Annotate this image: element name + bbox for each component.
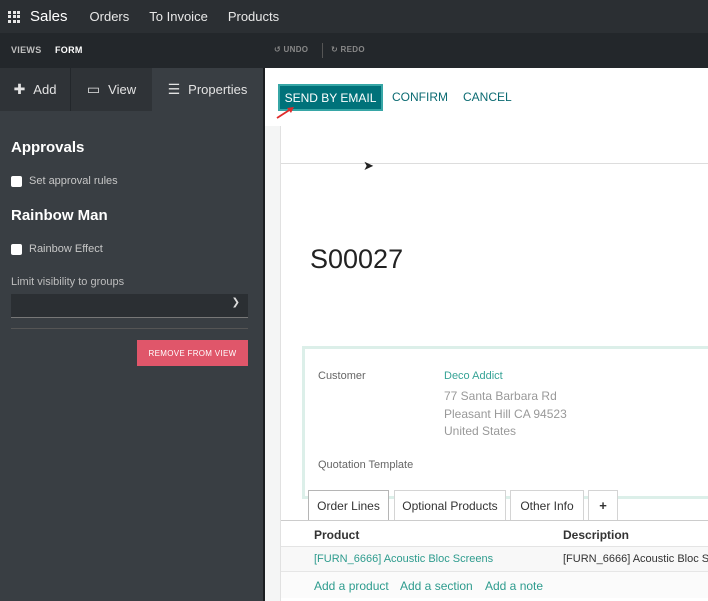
add-product-link[interactable]: Add a product — [314, 579, 389, 593]
address-line: 77 Santa Barbara Rd — [444, 389, 557, 403]
tab-form[interactable]: FORM — [55, 45, 83, 55]
redo-button[interactable]: ↻ REDO — [331, 45, 365, 54]
sidebar-tab-label: Properties — [188, 82, 248, 97]
add-tab-button[interactable]: + — [588, 490, 618, 520]
table-row[interactable]: [FURN_6666] Acoustic Bloc Screens [FURN_… — [281, 547, 708, 572]
mouse-cursor-icon: ➤ — [363, 158, 374, 173]
confirm-button[interactable]: CONFIRM — [392, 90, 448, 104]
redo-icon: ↻ — [331, 45, 339, 54]
divider — [281, 163, 708, 164]
quotation-template-label: Quotation Template — [318, 459, 414, 471]
rainbow-effect-option[interactable]: Rainbow Effect — [11, 243, 103, 255]
row-product[interactable]: [FURN_6666] Acoustic Bloc Screens — [314, 553, 493, 565]
address-line: Pleasant Hill CA 94523 — [444, 407, 567, 421]
menu-to-invoice[interactable]: To Invoice — [149, 9, 208, 24]
studio-sidebar: ✚ Add ▭ View ☰ Properties Approvals Set … — [0, 68, 263, 601]
cancel-button[interactable]: CANCEL — [463, 90, 512, 104]
top-navbar: Sales Orders To Invoice Products — [0, 0, 708, 33]
undo-label: UNDO — [283, 45, 309, 54]
customer-link[interactable]: Deco Addict — [444, 370, 503, 382]
tab-other-info[interactable]: Other Info — [510, 490, 584, 520]
menu-orders[interactable]: Orders — [90, 9, 130, 24]
form-view: SEND BY EMAIL CONFIRM CANCEL ➤ S00027 Cu… — [263, 68, 708, 601]
sidebar-tabs: ✚ Add ▭ View ☰ Properties — [0, 68, 263, 111]
rainbow-man-title: Rainbow Man — [11, 207, 108, 224]
approval-rules-label: Set approval rules — [29, 175, 118, 187]
chevron-down-icon: ❯ — [231, 297, 240, 308]
form-actions-bar: SEND BY EMAIL CONFIRM CANCEL — [265, 68, 708, 126]
add-line-row: Add a product Add a section Add a note — [281, 572, 708, 598]
approval-rules-option[interactable]: Set approval rules — [11, 175, 118, 187]
tab-optional-products[interactable]: Optional Products — [394, 490, 506, 520]
tab-order-lines[interactable]: Order Lines — [308, 490, 389, 520]
groups-select[interactable]: ❯ — [11, 294, 248, 318]
add-section-link[interactable]: Add a section — [400, 579, 473, 593]
apps-grid-icon[interactable] — [8, 10, 20, 23]
column-header-description[interactable]: Description — [563, 528, 629, 542]
redo-label: REDO — [340, 45, 365, 54]
list-icon: ☰ — [167, 81, 181, 97]
remove-from-view-button[interactable]: REMOVE FROM VIEW — [137, 340, 248, 366]
undo-button[interactable]: ↺ UNDO — [274, 45, 308, 54]
order-lines-header: Product Description — [281, 520, 708, 547]
studio-subbar: VIEWS FORM ↺ UNDO ↻ REDO — [0, 33, 708, 68]
sidebar-tab-properties[interactable]: ☰ Properties — [152, 68, 263, 111]
plus-icon: ✚ — [13, 81, 26, 97]
monitor-icon: ▭ — [86, 81, 101, 97]
groups-label: Limit visibility to groups — [11, 276, 125, 288]
sidebar-tab-label: Add — [33, 82, 57, 97]
customer-group[interactable]: Customer Deco Addict 77 Santa Barbara Rd… — [302, 346, 708, 499]
rainbow-effect-label: Rainbow Effect — [29, 243, 103, 255]
column-header-product[interactable]: Product — [314, 528, 359, 542]
menu-products[interactable]: Products — [228, 9, 279, 24]
undo-icon: ↺ — [274, 45, 282, 54]
divider — [11, 328, 248, 329]
row-description: [FURN_6666] Acoustic Bloc S — [563, 553, 708, 565]
divider — [322, 43, 323, 58]
form-sheet: ➤ S00027 Customer Deco Addict 77 Santa B… — [280, 126, 708, 601]
annotation-arrow-icon — [276, 107, 294, 119]
tab-views[interactable]: VIEWS — [11, 45, 42, 55]
approvals-title: Approvals — [11, 139, 85, 156]
sidebar-tab-label: View — [108, 82, 137, 97]
customer-label: Customer — [318, 370, 366, 382]
order-name[interactable]: S00027 — [310, 244, 403, 275]
approval-rules-checkbox[interactable] — [11, 175, 22, 187]
sidebar-tab-add[interactable]: ✚ Add — [0, 68, 70, 111]
rainbow-effect-checkbox[interactable] — [11, 243, 22, 255]
plus-icon: + — [599, 498, 607, 513]
add-note-link[interactable]: Add a note — [485, 579, 543, 593]
app-name[interactable]: Sales — [30, 8, 68, 25]
address-line: United States — [444, 424, 517, 438]
sidebar-tab-view[interactable]: ▭ View — [70, 68, 152, 111]
